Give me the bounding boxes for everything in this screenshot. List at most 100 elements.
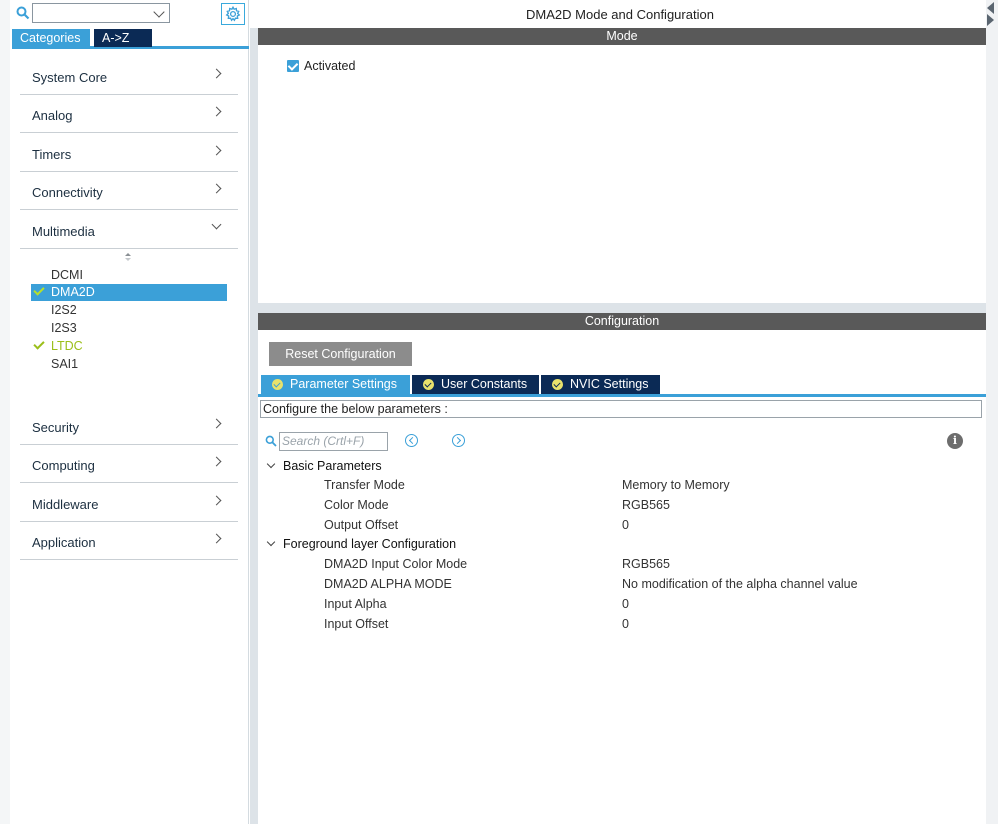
param-name: Input Alpha — [324, 597, 387, 611]
list-item-label: LTDC — [51, 339, 83, 353]
categories-panel: Categories A->Z System Core Analog Timer… — [0, 0, 249, 824]
configuration-description: Configure the below parameters : — [260, 400, 982, 418]
chevron-down-icon — [153, 6, 165, 18]
list-item-ltdc[interactable]: LTDC — [31, 338, 227, 355]
search-icon — [16, 6, 30, 20]
tab-label: Parameter Settings — [290, 377, 397, 391]
param-row-output-offset[interactable]: Output Offset 0 — [324, 516, 974, 534]
check-circle-icon — [552, 379, 563, 390]
tab-nvic-settings[interactable]: NVIC Settings — [541, 375, 660, 394]
category-label: Connectivity — [32, 185, 103, 200]
reset-configuration-button[interactable]: Reset Configuration — [269, 342, 412, 366]
param-name: DMA2D Input Color Mode — [324, 557, 468, 571]
group-basic-parameters[interactable]: Basic Parameters — [266, 457, 382, 475]
param-row-color-mode[interactable]: Color Mode RGB565 — [324, 496, 974, 514]
category-timers[interactable]: Timers — [20, 134, 238, 172]
param-value: 0 — [622, 518, 629, 532]
param-row-input-offset[interactable]: Input Offset 0 — [324, 615, 974, 633]
param-value: No modification of the alpha channel val… — [622, 577, 858, 591]
param-name: Output Offset — [324, 518, 399, 532]
next-match-button[interactable] — [452, 434, 465, 447]
page-title: DMA2D Mode and Configuration — [250, 0, 990, 28]
category-analog[interactable]: Analog — [20, 95, 238, 133]
tab-categories[interactable]: Categories — [12, 29, 90, 47]
chevron-right-icon — [211, 418, 222, 429]
category-label: Application — [32, 535, 96, 550]
param-value: RGB565 — [622, 498, 670, 512]
list-item-dcmi[interactable]: DCMI — [31, 267, 227, 284]
chevron-right-icon — [211, 533, 222, 544]
category-multimedia[interactable]: Multimedia — [20, 211, 238, 249]
peripheral-search-combo[interactable] — [32, 3, 170, 23]
chevron-right-icon — [211, 495, 222, 506]
activated-checkbox[interactable] — [287, 60, 299, 72]
tab-parameter-settings[interactable]: Parameter Settings — [261, 375, 410, 394]
param-name: DMA2D ALPHA MODE — [324, 577, 452, 591]
param-value: Memory to Memory — [622, 478, 730, 492]
param-name: Color Mode — [324, 498, 389, 512]
chevron-right-icon — [211, 456, 222, 467]
list-item-i2s3[interactable]: I2S3 — [31, 320, 227, 337]
category-label: Multimedia — [32, 224, 95, 239]
activated-label: Activated — [304, 59, 356, 73]
chevron-right-icon — [211, 183, 222, 194]
chevron-right-icon — [211, 145, 222, 156]
category-label: Analog — [32, 108, 73, 123]
search-icon — [265, 435, 277, 447]
previous-match-button[interactable] — [405, 434, 418, 447]
mode-section: Mode Activated — [258, 28, 986, 303]
category-connectivity[interactable]: Connectivity — [20, 172, 238, 210]
category-computing[interactable]: Computing — [20, 445, 238, 483]
param-name: Transfer Mode — [324, 478, 405, 492]
param-row-dma2d-alpha-mode[interactable]: DMA2D ALPHA MODE No modification of the … — [324, 575, 974, 593]
list-item-i2s2[interactable]: I2S2 — [31, 302, 227, 319]
configuration-header: Configuration — [258, 313, 986, 330]
configuration-section: Configuration Reset Configuration Parame… — [258, 313, 986, 824]
tab-user-constants[interactable]: User Constants — [412, 375, 539, 394]
gear-icon — [225, 6, 241, 22]
category-middleware[interactable]: Middleware — [20, 484, 238, 522]
tab-a-to-z[interactable]: A->Z — [94, 29, 152, 47]
check-icon — [33, 284, 45, 296]
category-application[interactable]: Application — [20, 522, 238, 560]
tab-label: User Constants — [441, 377, 528, 391]
chevron-right-icon — [211, 106, 222, 117]
list-item-dma2d[interactable]: DMA2D — [31, 284, 227, 301]
settings-button[interactable] — [221, 3, 245, 25]
chevron-down-icon — [266, 537, 276, 547]
param-value: RGB565 — [622, 557, 670, 571]
category-label: System Core — [32, 70, 108, 85]
param-row-dma2d-input-color-mode[interactable]: DMA2D Input Color Mode RGB565 — [324, 555, 974, 573]
param-name: Input Offset — [324, 617, 389, 631]
list-item-label: SAI1 — [51, 357, 79, 371]
left-scrollbar-track[interactable] — [0, 0, 10, 824]
info-icon[interactable]: i — [947, 433, 963, 449]
list-item-label: DCMI — [51, 268, 83, 282]
param-row-input-alpha[interactable]: Input Alpha 0 — [324, 595, 974, 613]
check-circle-icon — [423, 379, 434, 390]
category-label: Middleware — [32, 497, 99, 512]
mode-header: Mode — [258, 28, 986, 45]
right-scrollbar-track[interactable] — [986, 0, 998, 824]
list-item-sai1[interactable]: SAI1 — [31, 356, 227, 373]
chevron-right-icon — [211, 68, 222, 79]
param-row-transfer-mode[interactable]: Transfer Mode Memory to Memory — [324, 476, 974, 494]
list-item-label: I2S3 — [51, 321, 77, 335]
check-circle-icon — [272, 379, 283, 390]
list-item-label: I2S2 — [51, 303, 77, 317]
check-icon — [33, 338, 45, 350]
chevron-down-icon — [266, 459, 276, 469]
list-item-label: DMA2D — [51, 285, 95, 299]
chevron-down-icon — [211, 219, 222, 230]
category-security[interactable]: Security — [20, 407, 238, 445]
category-system-core[interactable]: System Core — [20, 57, 238, 95]
parameter-search-input[interactable]: Search (Crtl+F) — [279, 432, 388, 451]
category-label: Security — [32, 420, 79, 435]
expand-right-icon[interactable] — [987, 14, 994, 26]
group-foreground-layer-configuration[interactable]: Foreground layer Configuration — [266, 535, 456, 553]
param-value: 0 — [622, 617, 629, 631]
collapse-left-icon[interactable] — [987, 2, 994, 14]
param-value: 0 — [622, 597, 629, 611]
tab-label: NVIC Settings — [570, 377, 649, 391]
sort-icon[interactable] — [123, 252, 133, 262]
